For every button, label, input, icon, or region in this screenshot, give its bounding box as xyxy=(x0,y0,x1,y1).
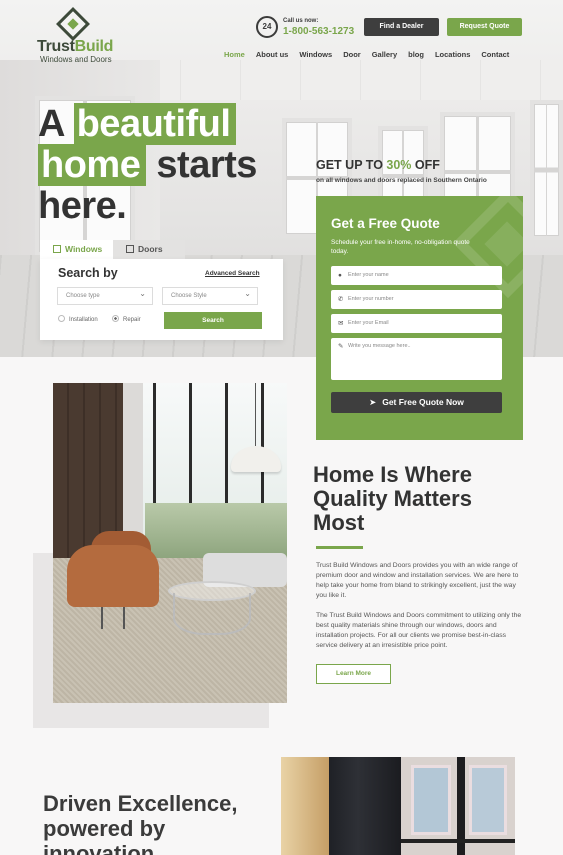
get-free-quote-label: Get Free Quote Now xyxy=(382,397,464,407)
logo-diamond-icon xyxy=(56,7,90,41)
envelope-icon: ✉ xyxy=(338,320,344,327)
about-title: Home Is Where Quality Matters Most xyxy=(313,463,523,535)
window-curtain-photo xyxy=(281,757,515,855)
tab-doors[interactable]: Doors xyxy=(113,240,185,259)
nav-windows[interactable]: Windows xyxy=(299,50,332,59)
tab-windows-label: Windows xyxy=(65,244,103,254)
hero-line1-highlight: beautiful xyxy=(73,103,237,145)
promo-percent: 30% xyxy=(386,158,412,172)
promo-prefix: GET UP TO xyxy=(316,158,387,172)
radio-repair[interactable]: Repair xyxy=(112,315,141,323)
find-dealer-button[interactable]: Find a Dealer xyxy=(364,18,439,36)
hero-line1-plain: A xyxy=(38,103,74,145)
nav-home[interactable]: Home xyxy=(224,50,245,59)
send-arrow-icon: ➤ xyxy=(369,397,377,407)
phone-24h-icon: 24 xyxy=(256,16,278,38)
main-nav: Home About us Windows Door Gallery blog … xyxy=(224,50,520,59)
tab-doors-label: Doors xyxy=(138,244,163,254)
search-tabs: Windows Doors xyxy=(40,240,185,259)
logo-name-part2: Build xyxy=(74,38,114,55)
promo-headline: GET UP TO 30% OFF xyxy=(316,158,440,172)
door-icon xyxy=(126,245,134,253)
section2-title-line1: Driven Excellence, xyxy=(43,791,238,816)
about-title-line3: Most xyxy=(313,510,365,535)
radio-installation[interactable]: Installation xyxy=(58,315,98,323)
section2-title-line3: innovation xyxy=(43,841,155,855)
nav-locations[interactable]: Locations xyxy=(435,50,470,59)
quote-form-title: Get a Free Quote xyxy=(331,216,440,231)
radio-repair-circle xyxy=(112,315,119,322)
chat-icon: ✎ xyxy=(338,343,344,350)
quote-form-subtitle: Schedule your free in-home, no-obligatio… xyxy=(331,239,470,255)
choose-type-select[interactable]: Choose type xyxy=(57,286,153,305)
about-title-line2: Quality Matters xyxy=(313,486,472,511)
learn-more-button[interactable]: Learn More xyxy=(316,664,391,684)
hero-line3: here. xyxy=(38,185,127,227)
about-paragraph-2: The Trust Build Windows and Doors commit… xyxy=(316,612,522,649)
nav-gallery[interactable]: Gallery xyxy=(372,50,397,59)
nav-about-us[interactable]: About us xyxy=(256,50,289,59)
user-icon: ● xyxy=(338,272,342,279)
phone-input-placeholder: Enter your number xyxy=(348,296,394,302)
call-us-block[interactable]: 24 Call us now: 1-800-563-1273 xyxy=(256,16,356,40)
message-placeholder: Write you message here.. xyxy=(348,343,411,349)
quote-form: Get a Free Quote Schedule your free in-h… xyxy=(316,196,523,440)
email-input-placeholder: Enter your Email xyxy=(348,320,389,326)
search-card: Search by Advanced Search Choose type Ch… xyxy=(40,259,283,340)
choose-style-select[interactable]: Choose Style xyxy=(162,286,258,305)
nav-contact[interactable]: Contact xyxy=(481,50,509,59)
interior-lounge-photo xyxy=(53,383,287,703)
brand-logo[interactable]: TrustBuild Windows and Doors xyxy=(37,7,117,64)
radio-repair-label: Repair xyxy=(123,317,141,323)
title-underline xyxy=(316,546,363,549)
request-quote-button[interactable]: Request Quote xyxy=(447,18,522,36)
call-label: Call us now: xyxy=(283,18,319,24)
about-paragraph-1: Trust Build Windows and Doors provides y… xyxy=(316,562,519,599)
section2-title: Driven Excellence, powered by innovation xyxy=(43,791,237,855)
nav-door[interactable]: Door xyxy=(343,50,361,59)
search-title: Search by xyxy=(58,266,118,280)
radio-installation-circle xyxy=(58,315,65,322)
logo-tagline: Windows and Doors xyxy=(40,55,112,64)
window-icon xyxy=(53,245,61,253)
tab-windows[interactable]: Windows xyxy=(40,240,113,259)
get-free-quote-button[interactable]: ➤ Get Free Quote Now xyxy=(331,392,502,413)
search-button[interactable]: Search xyxy=(164,312,262,329)
phone-icon: ✆ xyxy=(338,296,344,303)
promo-subtext: on all windows and doors replaced in Sou… xyxy=(316,177,487,184)
promo-suffix: OFF xyxy=(411,158,440,172)
advanced-search-link[interactable]: Advanced Search xyxy=(205,270,260,277)
nav-blog[interactable]: blog xyxy=(408,50,424,59)
phone-input[interactable]: ✆ Enter your number xyxy=(331,290,502,309)
section2-title-line2: powered by xyxy=(43,816,166,841)
about-title-line1: Home Is Where xyxy=(313,462,472,487)
email-input[interactable]: ✉ Enter your Email xyxy=(331,314,502,333)
hero-headline: A beautiful home starts here. xyxy=(38,103,257,227)
page: TrustBuild Windows and Doors 24 Call us … xyxy=(0,0,563,855)
hero-line2-plain: starts xyxy=(146,144,257,186)
hero-line2-highlight: home xyxy=(38,144,147,186)
logo-name-part1: Trust xyxy=(37,38,75,55)
name-input[interactable]: ● Enter your name xyxy=(331,266,502,285)
name-input-placeholder: Enter your name xyxy=(348,272,389,278)
message-textarea[interactable]: ✎ Write you message here.. xyxy=(331,338,502,380)
radio-installation-label: Installation xyxy=(69,317,98,323)
phone-number[interactable]: 1-800-563-1273 xyxy=(283,26,354,37)
